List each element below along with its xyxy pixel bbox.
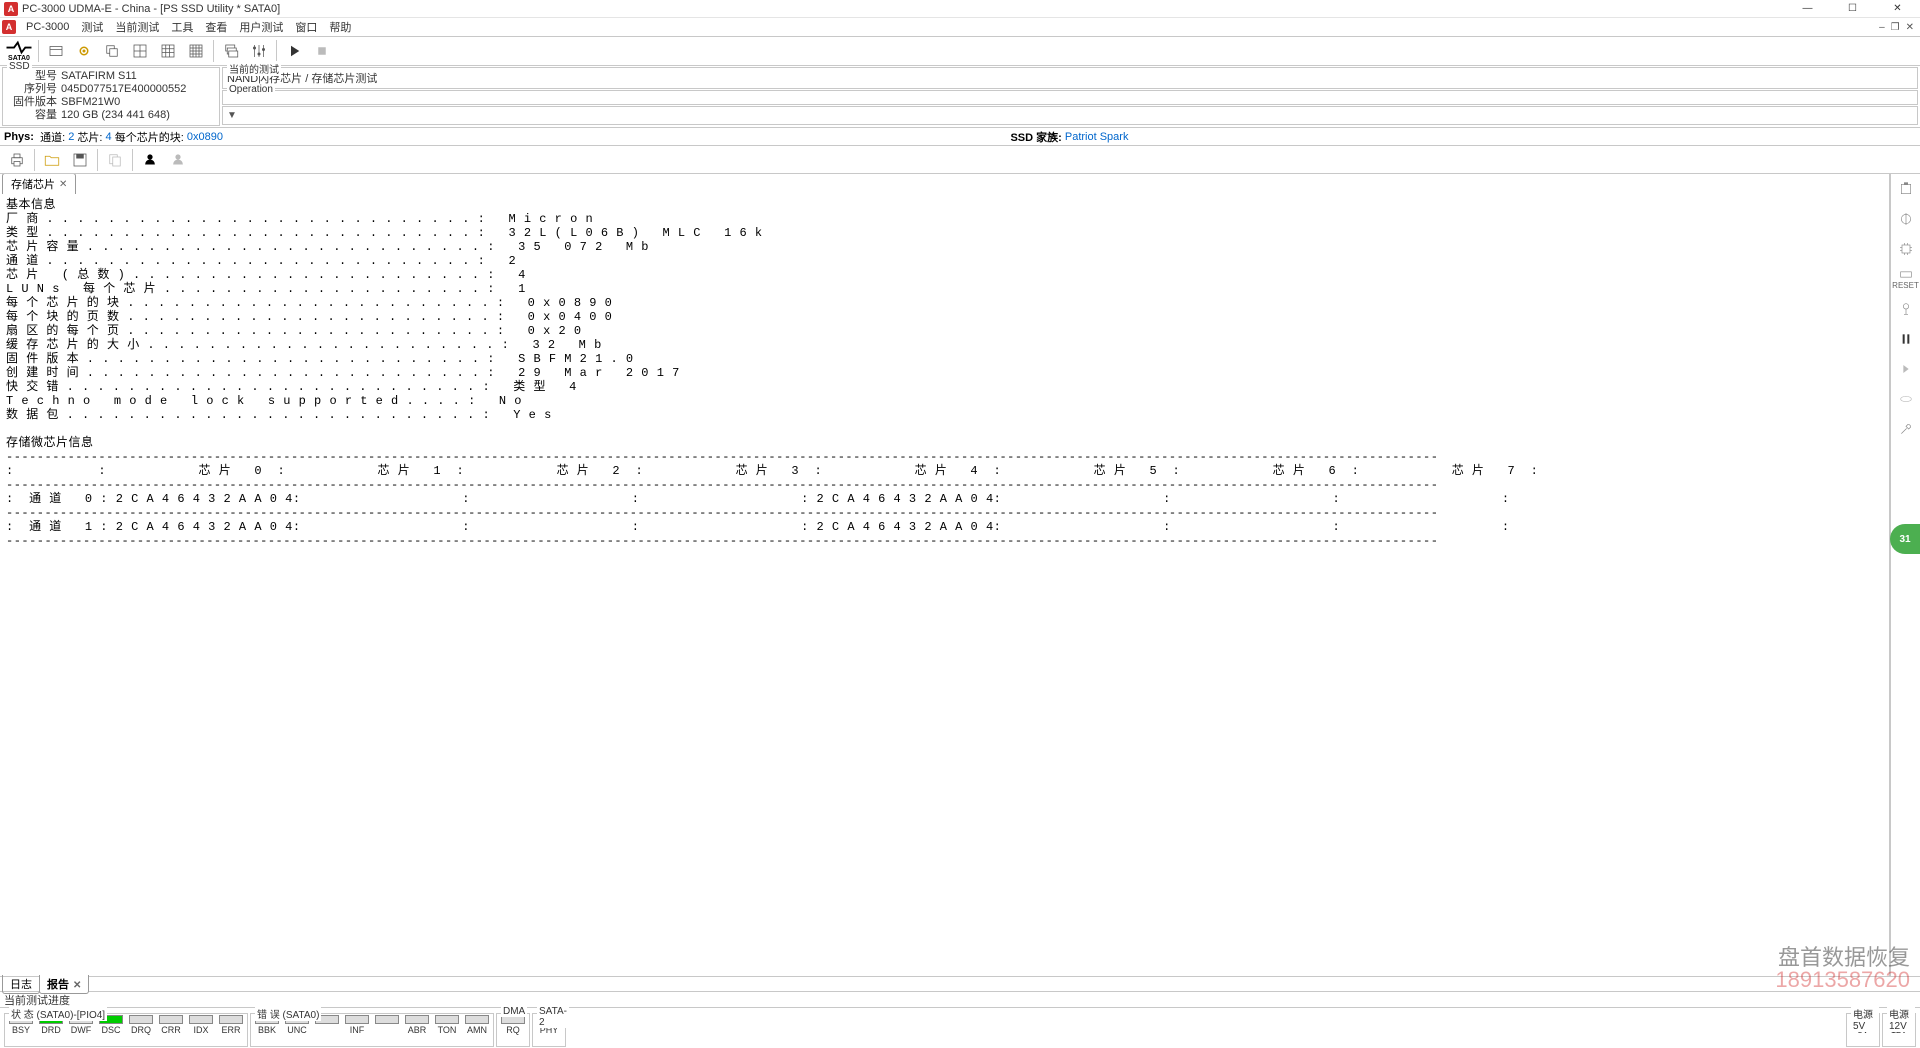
ssd-legend: SSD xyxy=(7,61,32,72)
secondary-toolbar xyxy=(0,146,1920,174)
right-icon-tools[interactable] xyxy=(1895,418,1917,440)
right-icon-pause[interactable] xyxy=(1895,328,1917,350)
copy2-icon[interactable] xyxy=(102,147,128,173)
status-group-5v: 电源 5V 5V xyxy=(1846,1013,1880,1047)
floating-badge[interactable]: 31 xyxy=(1890,524,1920,554)
status-legend-2: 错 误 (SATA0) xyxy=(255,1006,321,1021)
status-legend-12v: 电源 12V xyxy=(1887,1006,1915,1032)
status-legend-3: DMA xyxy=(501,1006,527,1017)
titlebar: A PC-3000 UDMA-E - China - [PS SSD Utili… xyxy=(0,0,1920,18)
mdi-close[interactable]: ✕ xyxy=(1906,22,1914,33)
menu-test[interactable]: 测试 xyxy=(75,18,109,36)
menubar: A PC-3000 测试 当前测试 工具 查看 用户测试 窗口 帮助 – ❐ ✕ xyxy=(0,18,1920,36)
status-legend-5v: 电源 5V xyxy=(1851,1006,1879,1032)
current-test-field: 当前的测试 NAND闪存芯片 / 存储芯片测试 xyxy=(222,67,1918,89)
phys-label: Phys: xyxy=(4,131,34,143)
search-icon[interactable] xyxy=(137,147,163,173)
tab-chip[interactable]: 存储芯片 ✕ xyxy=(2,174,76,194)
mdi-controls: – ❐ ✕ xyxy=(1879,22,1920,33)
status-bar: 状 态 (SATA0)-[PIO4] BSYDRDDWFDSCDRQCRRIDX… xyxy=(0,1008,1920,1048)
menu-tools[interactable]: 工具 xyxy=(165,18,199,36)
tool-grid2-icon[interactable] xyxy=(155,38,181,64)
window-title: PC-3000 UDMA-E - China - [PS SSD Utility… xyxy=(22,3,1785,15)
app-icon-small: A xyxy=(2,20,16,34)
phys-blk-val: 0x0890 xyxy=(187,131,223,143)
bottom-tabs: 日志 报告✕ 盘首数据恢复 18913587620 xyxy=(0,976,1920,992)
phys-fam-val: Patriot Spark xyxy=(1065,131,1129,143)
phys-bar: Phys: 通道: 2 芯片: 4 每个芯片的块: 0x0890 SSD 家族:… xyxy=(0,128,1920,146)
right-icon-chip[interactable] xyxy=(1895,238,1917,260)
status-group-error: 错 误 (SATA0) BBKUNCINFABRTONAMN xyxy=(250,1013,494,1047)
tab-report[interactable]: 报告✕ xyxy=(39,975,89,994)
ssd-cap-val: 120 GB (234 441 648) xyxy=(61,109,170,122)
status-legend-4: SATA-2 xyxy=(537,1006,569,1028)
ssd-fw-key: 固件版本 xyxy=(7,96,61,109)
main-pane: 存储芯片 ✕ 基本信息 厂 商 . . . . . . . . . . . . … xyxy=(0,174,1890,976)
mdi-min[interactable]: – xyxy=(1879,22,1885,33)
info-bar: SSD 型号SATAFIRM S11 序列号045D077517E4000005… xyxy=(0,66,1920,128)
tab-log[interactable]: 日志 xyxy=(2,975,40,994)
right-icon-phi[interactable] xyxy=(1895,208,1917,230)
ssd-info-box: SSD 型号SATAFIRM S11 序列号045D077517E4000005… xyxy=(2,67,220,126)
operation-dropdown[interactable]: ▼ xyxy=(222,106,1918,125)
tool-gear-icon[interactable] xyxy=(71,38,97,64)
status-group-state: 状 态 (SATA0)-[PIO4] BSYDRDDWFDSCDRQCRRIDX… xyxy=(4,1013,248,1047)
phys-ch-key: 通道: xyxy=(40,129,65,145)
app-icon: A xyxy=(4,2,18,16)
right-icon-1[interactable] xyxy=(1895,178,1917,200)
print-icon[interactable] xyxy=(4,147,30,173)
tool-table-icon[interactable] xyxy=(183,38,209,64)
tool-grid-icon[interactable] xyxy=(127,38,153,64)
tool-copy-icon[interactable] xyxy=(99,38,125,64)
menu-help[interactable]: 帮助 xyxy=(323,18,357,36)
ssd-serial-key: 序列号 xyxy=(7,83,61,96)
menu-pc3000[interactable]: PC-3000 xyxy=(20,20,75,34)
close-button[interactable]: ✕ xyxy=(1875,0,1920,18)
mdi-restore[interactable]: ❐ xyxy=(1891,22,1900,33)
tab-report-close[interactable]: ✕ xyxy=(73,980,81,991)
tool-icon-1[interactable] xyxy=(43,38,69,64)
right-icon-disk[interactable] xyxy=(1895,388,1917,410)
status-group-sata2: SATA-2 PHY xyxy=(532,1013,566,1047)
phys-ch-val: 2 xyxy=(68,131,74,143)
ssd-serial-val: 045D077517E400000552 xyxy=(61,83,186,96)
stop-button[interactable] xyxy=(309,38,335,64)
status-group-dma: DMA RQ xyxy=(496,1013,530,1047)
status-legend-1: 状 态 (SATA0)-[PIO4] xyxy=(9,1006,107,1021)
open-icon[interactable] xyxy=(39,147,65,173)
menu-view[interactable]: 查看 xyxy=(199,18,233,36)
menu-current-test[interactable]: 当前测试 xyxy=(109,18,165,36)
menu-user-test[interactable]: 用户测试 xyxy=(233,18,289,36)
play-button[interactable] xyxy=(281,38,307,64)
ssd-fw-val: SBFM21W0 xyxy=(61,96,120,109)
dropdown-arrow-icon: ▼ xyxy=(227,110,237,121)
phys-chip-key: 芯片: xyxy=(77,129,102,145)
right-icon-power[interactable] xyxy=(1895,298,1917,320)
phys-chip-val: 4 xyxy=(106,131,112,143)
status-group-12v: 电源 12V 12V xyxy=(1882,1013,1916,1047)
phys-blk-key: 每个芯片的块: xyxy=(115,129,184,145)
main-toolbar: SATA0 xyxy=(0,36,1920,66)
operation-legend: Operation xyxy=(227,84,275,95)
right-toolbar: RESET xyxy=(1890,174,1920,976)
right-icon-next[interactable] xyxy=(1895,358,1917,380)
current-test-legend: 当前的测试 xyxy=(227,61,281,76)
tab-close-icon[interactable]: ✕ xyxy=(59,179,67,190)
report-tabs: 存储芯片 ✕ xyxy=(0,174,1889,194)
search-next-icon[interactable] xyxy=(165,147,191,173)
menu-window[interactable]: 窗口 xyxy=(289,18,323,36)
operation-field: Operation xyxy=(222,90,1918,105)
ssd-cap-key: 容量 xyxy=(7,109,61,122)
report-text[interactable]: 基本信息 厂 商 . . . . . . . . . . . . . . . .… xyxy=(0,194,1889,976)
save-icon[interactable] xyxy=(67,147,93,173)
phys-fam-key: SSD 家族: xyxy=(1010,129,1061,145)
minimize-button[interactable]: — xyxy=(1785,0,1830,18)
content-area: 存储芯片 ✕ 基本信息 厂 商 . . . . . . . . . . . . … xyxy=(0,174,1920,976)
right-icon-reset[interactable]: RESET xyxy=(1895,268,1917,290)
operation-box: 当前的测试 NAND闪存芯片 / 存储芯片测试 Operation ▼ xyxy=(222,67,1918,126)
maximize-button[interactable]: ☐ xyxy=(1830,0,1875,18)
tab-chip-label: 存储芯片 xyxy=(11,176,55,192)
ssd-model-val: SATAFIRM S11 xyxy=(61,70,137,83)
